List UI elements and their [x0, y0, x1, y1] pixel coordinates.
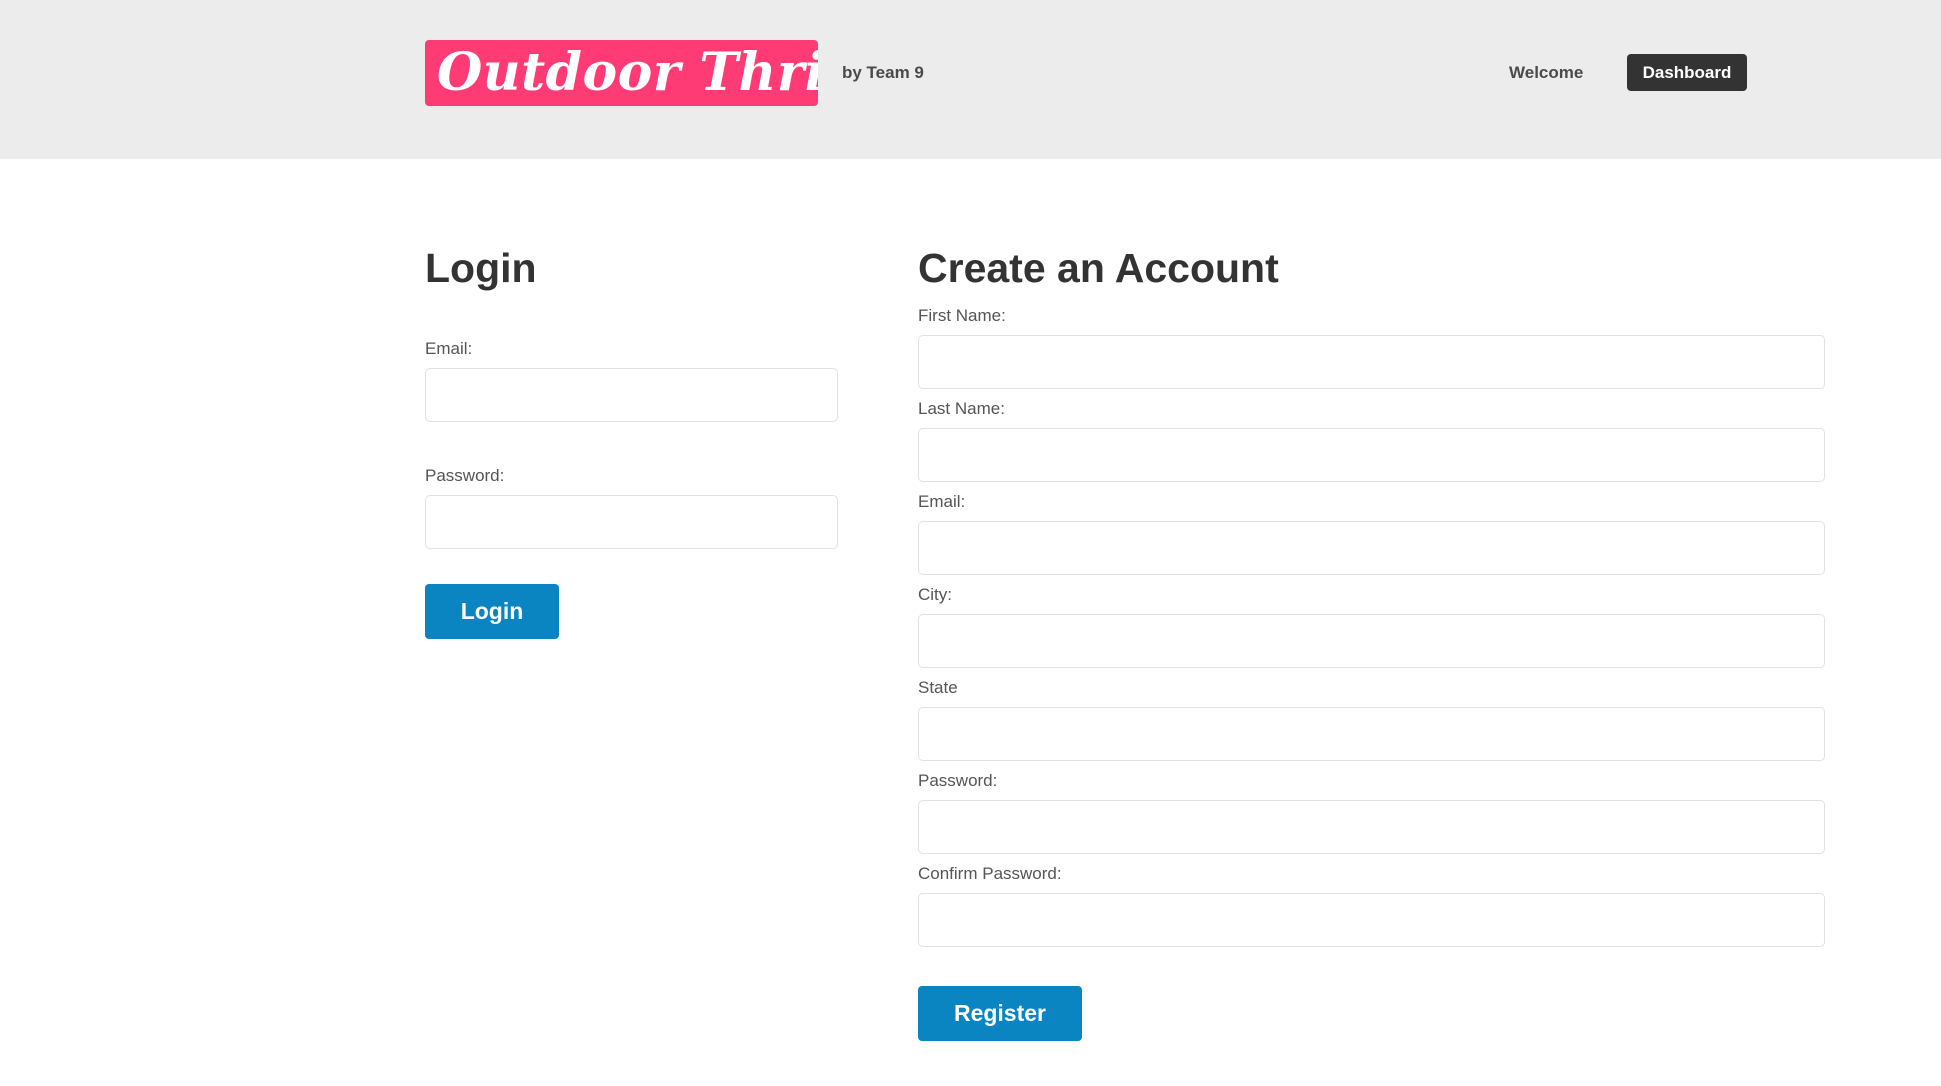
nav-dashboard-button[interactable]: Dashboard: [1627, 54, 1747, 91]
register-email-label: Email:: [918, 492, 966, 511]
city-input[interactable]: [918, 614, 1825, 668]
login-password-input[interactable]: [425, 495, 838, 549]
login-button[interactable]: Login: [425, 584, 559, 639]
login-password-label: Password:: [425, 466, 505, 485]
confirm-password-label: Confirm Password:: [918, 864, 1062, 883]
login-title: Login: [425, 245, 537, 291]
confirm-password-input[interactable]: [918, 893, 1825, 947]
register-button[interactable]: Register: [918, 986, 1082, 1041]
nav-welcome-link[interactable]: Welcome: [1509, 62, 1583, 84]
last-name-label: Last Name:: [918, 399, 1005, 418]
login-email-label: Email:: [425, 339, 473, 358]
site-logo[interactable]: Outdoor Thrills: [425, 40, 818, 106]
login-email-input[interactable]: [425, 368, 838, 422]
city-label: City:: [918, 585, 952, 604]
byline-text: by Team 9: [842, 63, 924, 82]
first-name-input[interactable]: [918, 335, 1825, 389]
first-name-label: First Name:: [918, 306, 1006, 325]
register-title: Create an Account: [918, 245, 1279, 291]
register-password-label: Password:: [918, 771, 998, 790]
state-input[interactable]: [918, 707, 1825, 761]
site-header: Outdoor Thrills by Team 9 Welcome Dashbo…: [0, 0, 1941, 159]
last-name-input[interactable]: [918, 428, 1825, 482]
register-password-input[interactable]: [918, 800, 1825, 854]
state-label: State: [918, 678, 958, 697]
register-email-input[interactable]: [918, 521, 1825, 575]
